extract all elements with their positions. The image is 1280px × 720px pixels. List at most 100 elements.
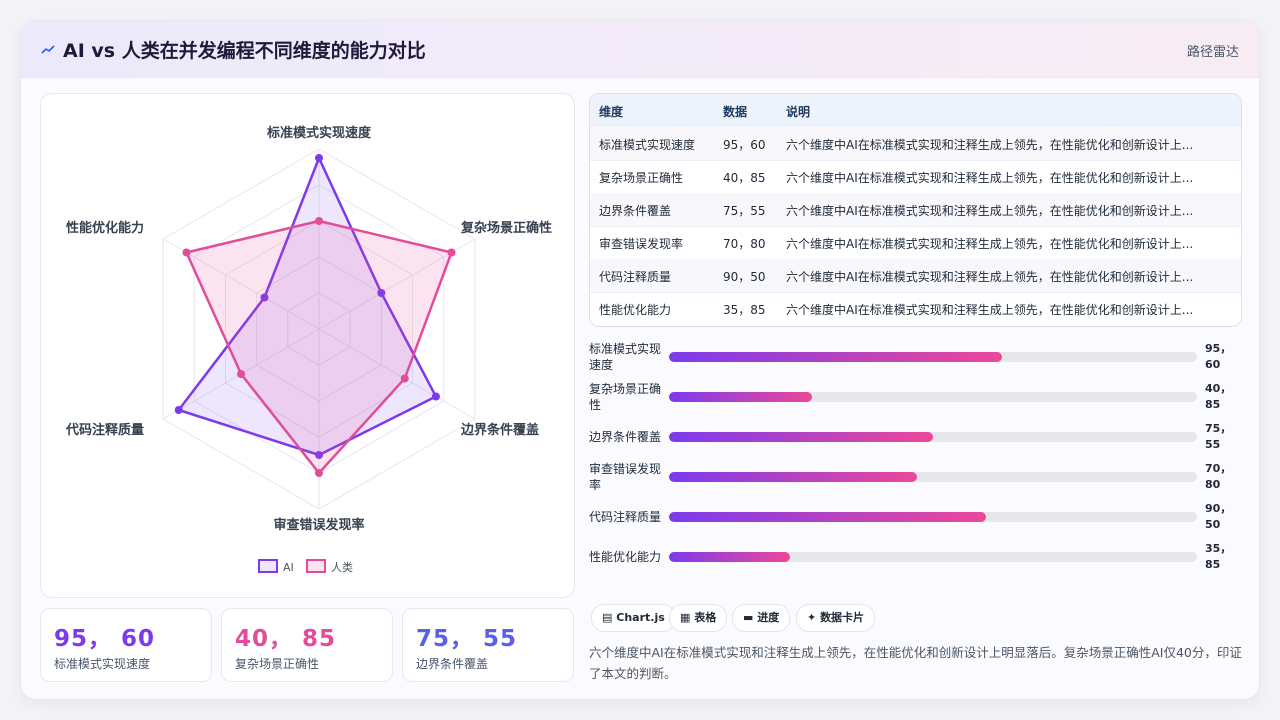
cell-data: 35，85 <box>723 303 766 317</box>
cell-dimension: 性能优化能力 <box>599 303 672 317</box>
progress-fill <box>669 352 1002 362</box>
trend-icon <box>41 45 55 54</box>
column-header-data: 数据 <box>723 105 748 119</box>
stat-value: 75， 55 <box>416 626 518 652</box>
stat-card-1: 95， 60 标准模式实现速度 <box>40 608 212 682</box>
radar-axis-label: 复杂场景正确性 <box>460 220 552 236</box>
cell-data: 95，60 <box>723 138 766 152</box>
chart-icon: ▤ <box>602 611 613 624</box>
table-row[interactable]: 标准模式实现速度 95，60 六个维度中AI在标准模式实现和注释生成上领先，在性… <box>590 127 1241 161</box>
table-row[interactable]: 代码注释质量 90，50 六个维度中AI在标准模式实现和注释生成上领先，在性能优… <box>590 259 1241 293</box>
cell-note: 六个维度中AI在标准模式实现和注释生成上领先，在性能优化和创新设计上... <box>786 270 1194 284</box>
sparkle-icon: ✦ <box>807 611 817 624</box>
progress-row: 代码注释质量 90， 50 <box>589 497 1249 537</box>
progress-track <box>669 552 1197 562</box>
progress-label: 代码注释质量 <box>589 510 662 524</box>
chip-data-card[interactable]: ✦ 数据卡片 <box>796 604 876 632</box>
progress-value: 75， 55 <box>1205 422 1232 451</box>
progress-fill <box>669 552 791 562</box>
progress-value: 95， 60 <box>1205 342 1232 371</box>
progress-fill <box>669 432 933 442</box>
radar-data-point <box>400 374 409 383</box>
progress-value: 40， 85 <box>1205 382 1232 411</box>
chip-progress[interactable]: ▬ 进度 <box>732 604 791 632</box>
page-title: AI vs 人类在并发编程不同维度的能力对比 <box>63 40 426 62</box>
summary-note: 六个维度中AI在标准模式实现和注释生成上领先，在性能优化和创新设计上明显落后。复… <box>589 645 1242 681</box>
radar-data-point <box>315 154 323 162</box>
chip-table[interactable]: ▦ 表格 <box>669 604 728 632</box>
main-card: AI vs 人类在并发编程不同维度的能力对比 路径雷达 标准模式实现速度 复杂场景… <box>20 20 1260 700</box>
progress-icon: ▬ <box>743 611 754 624</box>
progress-row: 标准模式实现 速度 95， 60 <box>589 337 1249 377</box>
radar-data-point <box>182 248 191 257</box>
cell-note: 六个维度中AI在标准模式实现和注释生成上领先，在性能优化和创新设计上... <box>786 171 1194 185</box>
stat-card-2: 40， 85 复杂场景正确性 <box>221 608 393 682</box>
table-row[interactable]: 审查错误发现率 70，80 六个维度中AI在标准模式实现和注释生成上领先，在性能… <box>590 226 1241 260</box>
cell-dimension: 复杂场景正确性 <box>599 171 684 185</box>
radar-axis-label: 边界条件覆盖 <box>460 422 539 438</box>
header-bar: AI vs 人类在并发编程不同维度的能力对比 路径雷达 <box>21 21 1259 78</box>
radar-data-point <box>315 469 323 477</box>
table-row[interactable]: 性能优化能力 35，85 六个维度中AI在标准模式实现和注释生成上领先，在性能优… <box>590 292 1241 325</box>
progress-fill <box>669 392 812 402</box>
radar-axis-label: 代码注释质量 <box>65 422 144 438</box>
cell-note: 六个维度中AI在标准模式实现和注释生成上领先，在性能优化和创新设计上... <box>786 138 1194 152</box>
radar-data-point <box>174 406 183 414</box>
progress-value: 35， 85 <box>1205 542 1232 571</box>
progress-track <box>669 352 1197 362</box>
table-icon: ▦ <box>680 611 691 624</box>
cell-dimension: 审查错误发现率 <box>599 237 684 251</box>
stat-label: 标准模式实现速度 <box>54 657 151 671</box>
progress-fill <box>669 472 918 482</box>
progress-label: 标准模式实现 速度 <box>589 342 662 372</box>
radar-chart-panel: 标准模式实现速度复杂场景正确性 边界条件覆盖审查错误发现率 代码注释质量 性能优化能力… <box>40 93 575 598</box>
stat-value: 95， 60 <box>54 626 156 652</box>
cell-dimension: 代码注释质量 <box>599 270 672 284</box>
stat-value: 40， 85 <box>235 626 337 652</box>
radar-axis-label: 标准模式实现速度 <box>266 125 372 141</box>
stat-label: 复杂场景正确性 <box>235 657 320 671</box>
radar-data-point <box>237 370 246 378</box>
progress-value: 70， 80 <box>1205 462 1232 491</box>
legend-label: 人类 <box>331 560 353 574</box>
cell-data: 70，80 <box>723 237 766 251</box>
radar-axis-label: 性能优化能力 <box>66 220 144 236</box>
progress-fill <box>669 512 986 522</box>
progress-row: 边界条件覆盖 75， 55 <box>589 417 1249 457</box>
progress-value: 90， 50 <box>1205 502 1232 531</box>
table-row[interactable]: 复杂场景正确性 40，85 六个维度中AI在标准模式实现和注释生成上领先，在性能… <box>590 160 1241 194</box>
cell-note: 六个维度中AI在标准模式实现和注释生成上领先，在性能优化和创新设计上... <box>786 303 1194 317</box>
progress-label: 复杂场景正确性 <box>589 382 662 412</box>
chip-chartjs[interactable]: ▤ Chart.js <box>591 604 676 632</box>
table-row[interactable]: 边界条件覆盖 75，55 六个维度中AI在标准模式实现和注释生成上领先，在性能优… <box>590 193 1241 227</box>
column-header-note: 说明 <box>786 105 811 119</box>
cell-dimension: 标准模式实现速度 <box>599 138 696 152</box>
progress-row: 性能优化能力 35， 85 <box>589 537 1249 577</box>
legend-swatch <box>258 559 278 573</box>
progress-label: 边界条件覆盖 <box>589 430 662 444</box>
cell-note: 六个维度中AI在标准模式实现和注释生成上领先，在性能优化和创新设计上... <box>786 237 1194 251</box>
progress-bars: 标准模式实现 速度 95， 60 复杂场景正确性 40， 85 边界条件覆盖 75， 5… <box>589 337 1249 577</box>
progress-track <box>669 512 1197 522</box>
legend-swatch <box>306 559 326 573</box>
stat-label: 边界条件覆盖 <box>416 657 489 671</box>
radar-axis-label: 审查错误发现率 <box>273 517 364 533</box>
cell-dimension: 边界条件覆盖 <box>599 204 672 218</box>
column-header-dimension: 维度 <box>599 105 624 119</box>
route-label[interactable]: 路径雷达 <box>1187 41 1239 60</box>
cell-data: 40，85 <box>723 171 766 185</box>
cell-data: 75，55 <box>723 204 766 218</box>
cell-data: 90，50 <box>723 270 766 284</box>
cell-note: 六个维度中AI在标准模式实现和注释生成上领先，在性能优化和创新设计上... <box>786 204 1194 218</box>
table-header: 维度 数据 说明 <box>590 94 1241 128</box>
radar-data-point <box>315 217 323 225</box>
legend-label: AI <box>283 561 294 574</box>
progress-label: 性能优化能力 <box>589 550 662 564</box>
progress-row: 复杂场景正确性 40， 85 <box>589 377 1249 417</box>
radar-chart: 标准模式实现速度复杂场景正确性边界条件覆盖审查错误发现率 代码注释质量性能优化能力… <box>65 125 552 574</box>
progress-track <box>669 472 1197 482</box>
radar-data-point <box>447 248 456 257</box>
data-table: 维度 数据 说明 标准模式实现速度 95，60 六个维度中AI在标准模式实现和注… <box>589 93 1242 327</box>
progress-label: 审查错误发现率 <box>589 462 662 492</box>
progress-track <box>669 392 1197 402</box>
